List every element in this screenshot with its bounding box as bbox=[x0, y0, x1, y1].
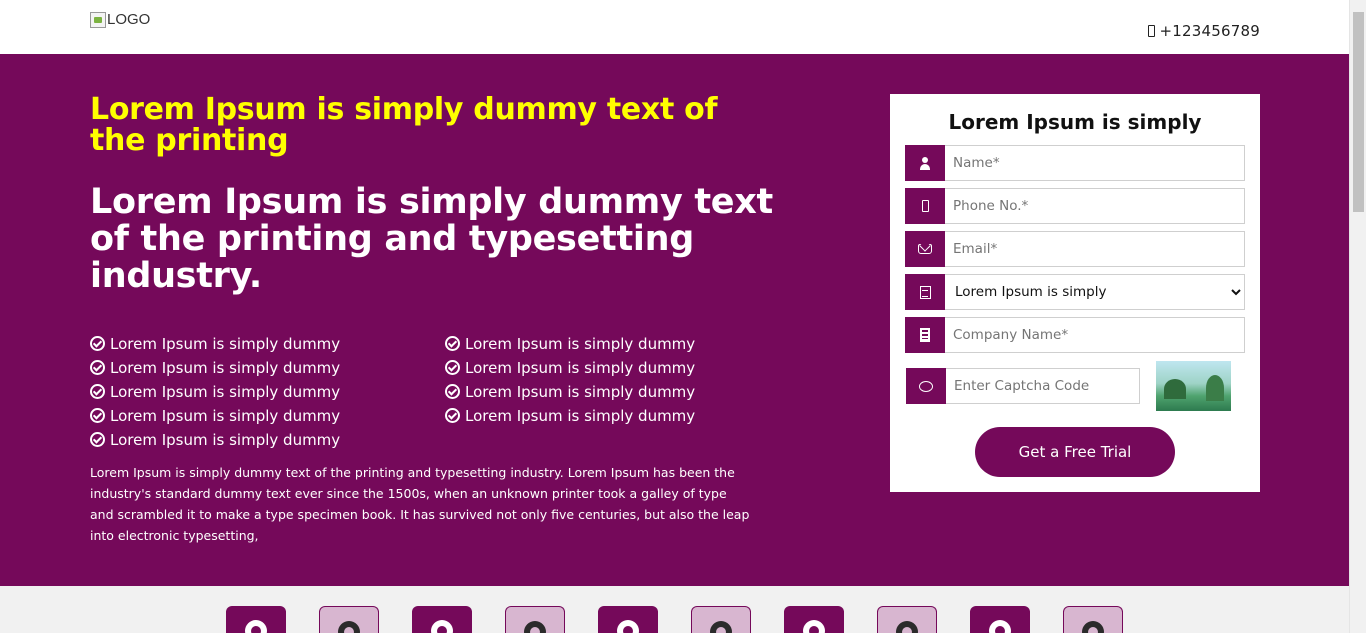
name-field-group bbox=[905, 145, 1245, 181]
captcha-image bbox=[1156, 361, 1231, 411]
captcha-input[interactable] bbox=[946, 368, 1140, 404]
company-input[interactable] bbox=[945, 317, 1245, 353]
building-icon-box bbox=[905, 317, 945, 353]
check-circle-icon bbox=[90, 336, 105, 351]
document-icon bbox=[919, 285, 931, 299]
gear-icon bbox=[803, 620, 825, 633]
company-field-group bbox=[905, 317, 1245, 353]
feature-tile[interactable] bbox=[412, 606, 472, 633]
benefit-text: Lorem Ipsum is simply dummy bbox=[110, 406, 341, 425]
gear-icon bbox=[989, 620, 1011, 633]
broken-image-icon bbox=[90, 11, 106, 28]
feature-tile[interactable] bbox=[598, 606, 658, 633]
benefit-item: Lorem Ipsum is simply dummy bbox=[90, 382, 445, 401]
free-trial-button[interactable]: Get a Free Trial bbox=[975, 427, 1175, 477]
select-field-group: Lorem Ipsum is simply bbox=[905, 274, 1245, 310]
lead-form-card: Lorem Ipsum is simply Lorem Ipsum is sim… bbox=[890, 94, 1260, 492]
hero-description: Lorem Ipsum is simply dummy text of the … bbox=[90, 465, 750, 543]
gear-icon bbox=[896, 621, 918, 633]
phone-number[interactable]: +123456789 bbox=[1147, 22, 1260, 40]
benefit-list: Lorem Ipsum is simply dummy Lorem Ipsum … bbox=[90, 334, 780, 449]
user-icon bbox=[919, 156, 931, 170]
benefit-text: Lorem Ipsum is simply dummy bbox=[110, 334, 341, 353]
feature-tile[interactable] bbox=[319, 606, 379, 633]
scrollbar-thumb[interactable] bbox=[1353, 12, 1364, 212]
topic-select[interactable]: Lorem Ipsum is simply bbox=[945, 274, 1245, 310]
gear-icon bbox=[1082, 621, 1104, 633]
gear-icon bbox=[710, 621, 732, 633]
hero-section: Lorem Ipsum is simply dummy text of the … bbox=[0, 54, 1349, 586]
captcha-field-group bbox=[906, 368, 1140, 404]
gear-icon bbox=[245, 620, 267, 633]
email-input[interactable] bbox=[945, 231, 1245, 267]
feature-tile[interactable] bbox=[505, 606, 565, 633]
benefit-item: Lorem Ipsum is simply dummy bbox=[445, 358, 780, 377]
phone-field-group bbox=[905, 188, 1245, 224]
benefit-item: Lorem Ipsum is simply dummy bbox=[90, 334, 445, 353]
gear-icon bbox=[617, 620, 639, 633]
page-scrollbar[interactable] bbox=[1349, 0, 1366, 633]
benefit-item: Lorem Ipsum is simply dummy bbox=[445, 382, 780, 401]
benefit-text: Lorem Ipsum is simply dummy bbox=[465, 382, 696, 401]
mail-icon-box bbox=[905, 231, 945, 267]
benefit-item: Lorem Ipsum is simply dummy bbox=[90, 430, 445, 449]
gear-icon bbox=[338, 621, 360, 633]
feature-tile[interactable] bbox=[226, 606, 286, 633]
logo-alt-text: LOGO bbox=[107, 11, 151, 28]
logo[interactable]: LOGO bbox=[90, 11, 150, 28]
chat-icon bbox=[919, 380, 933, 392]
benefit-text: Lorem Ipsum is simply dummy bbox=[465, 406, 696, 425]
mobile-icon bbox=[1147, 25, 1155, 37]
benefit-text: Lorem Ipsum is simply dummy bbox=[465, 334, 696, 353]
benefit-text: Lorem Ipsum is simply dummy bbox=[110, 382, 341, 401]
check-circle-icon bbox=[445, 384, 460, 399]
benefit-text: Lorem Ipsum is simply dummy bbox=[110, 358, 341, 377]
phone-text: +123456789 bbox=[1159, 22, 1260, 40]
gear-icon bbox=[524, 621, 546, 633]
hero-kicker: Lorem Ipsum is simply dummy text of the … bbox=[90, 92, 718, 158]
site-header: LOGO +123456789 bbox=[0, 0, 1349, 54]
feature-strip bbox=[0, 586, 1349, 633]
check-circle-icon bbox=[445, 336, 460, 351]
gear-icon bbox=[431, 620, 453, 633]
mobile-icon-box bbox=[905, 188, 945, 224]
feature-tile[interactable] bbox=[784, 606, 844, 633]
check-circle-icon bbox=[90, 432, 105, 447]
chat-icon-box bbox=[906, 368, 946, 404]
feature-tile[interactable] bbox=[970, 606, 1030, 633]
document-icon-box bbox=[905, 274, 945, 310]
feature-tile[interactable] bbox=[877, 606, 937, 633]
feature-tile[interactable] bbox=[1063, 606, 1123, 633]
check-circle-icon bbox=[90, 384, 105, 399]
benefit-text: Lorem Ipsum is simply dummy bbox=[110, 430, 341, 449]
hero-headline: Lorem Ipsum is simply dummy text of the … bbox=[90, 182, 773, 296]
benefit-text: Lorem Ipsum is simply dummy bbox=[465, 358, 696, 377]
form-title: Lorem Ipsum is simply bbox=[948, 110, 1202, 134]
benefit-item: Lorem Ipsum is simply dummy bbox=[445, 406, 780, 425]
feature-tile[interactable] bbox=[691, 606, 751, 633]
check-circle-icon bbox=[445, 360, 460, 375]
check-circle-icon bbox=[90, 360, 105, 375]
benefit-item: Lorem Ipsum is simply dummy bbox=[90, 406, 445, 425]
mail-icon bbox=[918, 244, 932, 254]
email-field-group bbox=[905, 231, 1245, 267]
user-icon-box bbox=[905, 145, 945, 181]
name-input[interactable] bbox=[945, 145, 1245, 181]
building-icon bbox=[920, 328, 930, 342]
mobile-icon bbox=[921, 200, 929, 212]
benefit-item: Lorem Ipsum is simply dummy bbox=[90, 358, 445, 377]
check-circle-icon bbox=[445, 408, 460, 423]
check-circle-icon bbox=[90, 408, 105, 423]
phone-input[interactable] bbox=[945, 188, 1245, 224]
benefit-item: Lorem Ipsum is simply dummy bbox=[445, 334, 780, 353]
